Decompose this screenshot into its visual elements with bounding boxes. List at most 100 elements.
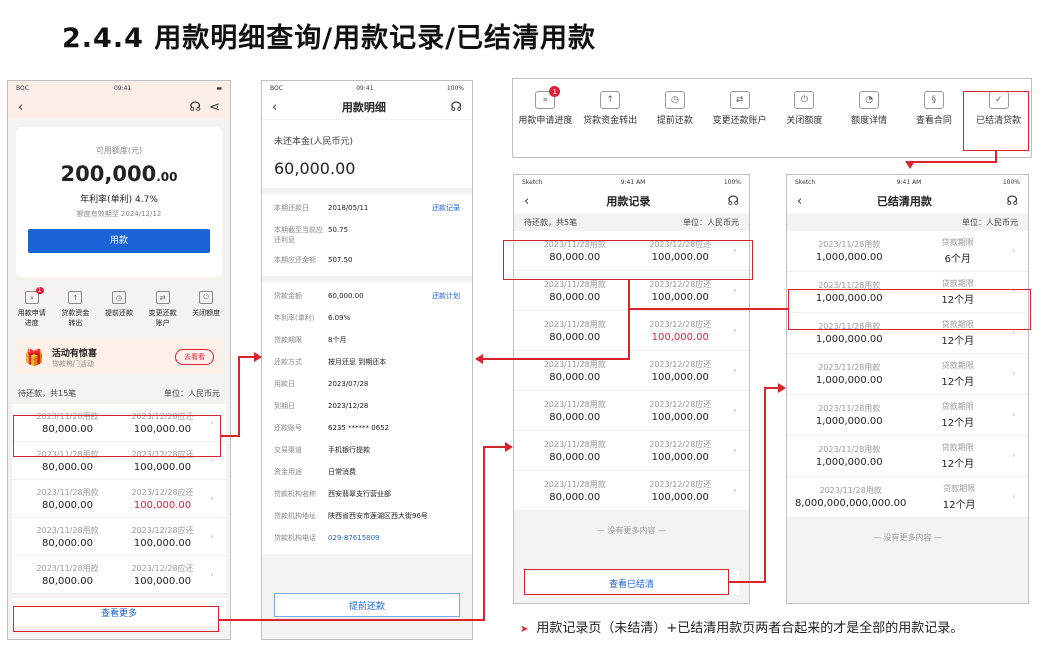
col-left: 2023/11/28用款 80,000.00	[522, 359, 628, 383]
shortcut-item[interactable]: » 1 用款申请进度	[12, 287, 52, 328]
row-date: 2023/11/28用款	[36, 525, 99, 535]
arrow-head	[778, 383, 786, 393]
headset-icon[interactable]: ☊	[450, 100, 462, 115]
detail-key: 本期还款日	[274, 204, 309, 212]
detail-row: 本期应还金额 507.50	[274, 250, 460, 272]
shortcut-item[interactable]: ◷ 提前还款	[99, 291, 139, 328]
highlight-p3-btn	[524, 569, 729, 595]
toolbar-item[interactable]: » 1 用款申请进度	[515, 86, 575, 127]
credit-decimal: .00	[156, 170, 178, 184]
row-amount: 80,000.00	[549, 371, 601, 383]
status-carrier: BOC	[270, 84, 283, 92]
status-time: 09:41	[356, 84, 374, 92]
row-label: 2023/12/28应还	[649, 479, 712, 489]
detail-key: 本期应还金额	[274, 256, 316, 264]
back-icon[interactable]: ‹	[524, 194, 529, 209]
toolbar-icon: ◷	[664, 91, 685, 109]
toolbar-icon: §	[923, 91, 944, 109]
col-right: 贷款期限 12个月	[904, 442, 1013, 470]
shortcut-item[interactable]: ↑ 贷款资金转出	[55, 291, 95, 328]
promo-button[interactable]: 去看看	[175, 349, 214, 365]
row-value: 100,000.00	[133, 499, 192, 511]
row-value: 12个月	[941, 336, 975, 347]
row-date: 2023/11/28用款	[543, 399, 606, 409]
row-value: 100,000.00	[651, 451, 709, 463]
list-header-count: 待还款，共5笔	[524, 217, 578, 227]
list-item[interactable]: 2023/11/28用款 1,000,000.00 贷款期限 12个月 ›	[787, 354, 1028, 395]
detail-link[interactable]: 还款计划	[432, 291, 460, 301]
row-amount: 1,000,000.00	[815, 416, 883, 427]
toolbar-item[interactable]: ↑ 贷款资金转出	[580, 91, 640, 127]
chevron-right-icon: ›	[1012, 410, 1016, 420]
promo-banner[interactable]: 🎁 活动有惊喜 贷款热门活动 去看看	[16, 340, 222, 374]
back-icon[interactable]: ‹	[272, 100, 277, 115]
list-item[interactable]: 2023/11/28用款 80,000.00 2023/12/28应还 100,000…	[12, 518, 226, 556]
list-item[interactable]: 2023/11/28用款 80,000.00 2023/12/28应还 100,000…	[514, 471, 749, 511]
arrow-line	[483, 358, 630, 360]
detail-value: 6235 ****** 0652	[328, 424, 390, 432]
shortcut-label: 提前还款	[104, 309, 133, 317]
row-value: 12个月	[941, 459, 975, 470]
headset-icon[interactable]: ☊	[190, 100, 202, 115]
col-right: 贷款期限 12个月	[904, 360, 1013, 388]
toolbar-item[interactable]: ⏻ 关闭额度	[774, 91, 834, 127]
headset-icon[interactable]: ☊	[1006, 194, 1018, 209]
status-time: 9:41 AM	[896, 178, 922, 186]
page-title: 2.4.4 用款明细查询/用款记录/已结清用款	[62, 23, 596, 54]
toolbar-icon: ⇄	[729, 91, 750, 109]
col-left: 2023/11/28用款 1,000,000.00	[795, 444, 904, 468]
row-value: 100,000.00	[651, 491, 709, 503]
headset-icon[interactable]: ☊	[727, 194, 739, 209]
toolbar-item[interactable]: ⇄ 变更还款账户	[710, 91, 770, 127]
col-right: 2023/12/28应还 100,000.00	[628, 319, 734, 343]
toolbar-item[interactable]: ◷ 提前还款	[645, 91, 705, 127]
status-battery: 100%	[723, 178, 741, 186]
list-item[interactable]: 2023/11/28用款 80,000.00 2023/12/28应还 100,000…	[12, 480, 226, 518]
toolbar-label: 用款申请进度	[518, 116, 573, 126]
col-right: 贷款期限 12个月	[904, 401, 1013, 429]
prepay-button[interactable]: 提前还款	[274, 593, 460, 617]
shortcut-item[interactable]: ⇄ 变更还款账户	[143, 291, 183, 328]
detail-value: 507.50	[328, 256, 353, 264]
shortcut-icon: ⇄	[155, 291, 170, 304]
list-item[interactable]: 2023/11/28用款 8,000,000,000,000.00 贷款期限 12个月…	[787, 477, 1028, 518]
list-item[interactable]: 2023/11/28用款 80,000.00 2023/12/28应还 100,000…	[514, 431, 749, 471]
list-item[interactable]: 2023/11/28用款 1,000,000.00 贷款期限 6个月 ›	[787, 231, 1028, 272]
list-item[interactable]: 2023/11/28用款 80,000.00 2023/12/28应还 100,000…	[12, 556, 226, 594]
shortcut-icon: ◷	[111, 291, 126, 304]
row-value: 100,000.00	[651, 291, 709, 303]
toolbar-item[interactable]: § 查看合同	[904, 91, 964, 127]
list-item[interactable]: 2023/11/28用款 80,000.00 2023/12/28应还 100,000…	[514, 351, 749, 391]
share-icon[interactable]: ⋖	[209, 100, 220, 115]
gift-icon: 🎁	[24, 347, 44, 367]
col-right: 贷款期限 12个月	[906, 483, 1012, 511]
col-right: 2023/12/28应还 100,000.00	[115, 487, 210, 511]
shortcut-label: 变更还款账户	[148, 309, 177, 327]
detail-key: 贷款金额	[274, 292, 302, 300]
col-right: 2023/12/28应还 100,000.00	[628, 359, 734, 383]
list-header-unit: 单位：人民币元	[683, 217, 739, 227]
toolbar-label: 关闭额度	[786, 116, 823, 126]
use-button[interactable]: 用款	[28, 229, 210, 253]
shortcut-item[interactable]: ⏻ 关闭额度	[186, 291, 226, 328]
status-carrier: Sketch	[795, 178, 816, 186]
back-icon[interactable]: ‹	[797, 194, 802, 209]
back-icon[interactable]: ‹	[18, 100, 23, 115]
toolbar-item[interactable]: ◔ 额度详情	[839, 91, 899, 127]
chevron-right-icon: ›	[733, 325, 737, 336]
list-item[interactable]: 2023/11/28用款 80,000.00 2023/12/28应还 100,000…	[514, 391, 749, 431]
col-left: 2023/11/28用款 80,000.00	[20, 563, 115, 587]
detail-key: 贷款机构电话	[274, 534, 316, 542]
row-value: 12个月	[942, 500, 976, 511]
arrow-line	[909, 161, 997, 163]
no-more-text: — 没有更多内容 —	[596, 526, 667, 535]
list-item[interactable]: 2023/11/28用款 1,000,000.00 贷款期限 12个月 ›	[787, 395, 1028, 436]
arrow-line	[483, 447, 485, 621]
list-item[interactable]: 2023/11/28用款 80,000.00 2023/12/28应还 100,000…	[514, 311, 749, 351]
list-item[interactable]: 2023/11/28用款 1,000,000.00 贷款期限 12个月 ›	[787, 436, 1028, 477]
row-date: 2023/11/28用款	[36, 563, 99, 573]
col-left: 2023/11/28用款 80,000.00	[522, 279, 628, 303]
status-carrier: Sketch	[522, 178, 543, 186]
detail-link[interactable]: 还款记录	[432, 203, 460, 213]
col-left: 2023/11/28用款 80,000.00	[522, 319, 628, 343]
